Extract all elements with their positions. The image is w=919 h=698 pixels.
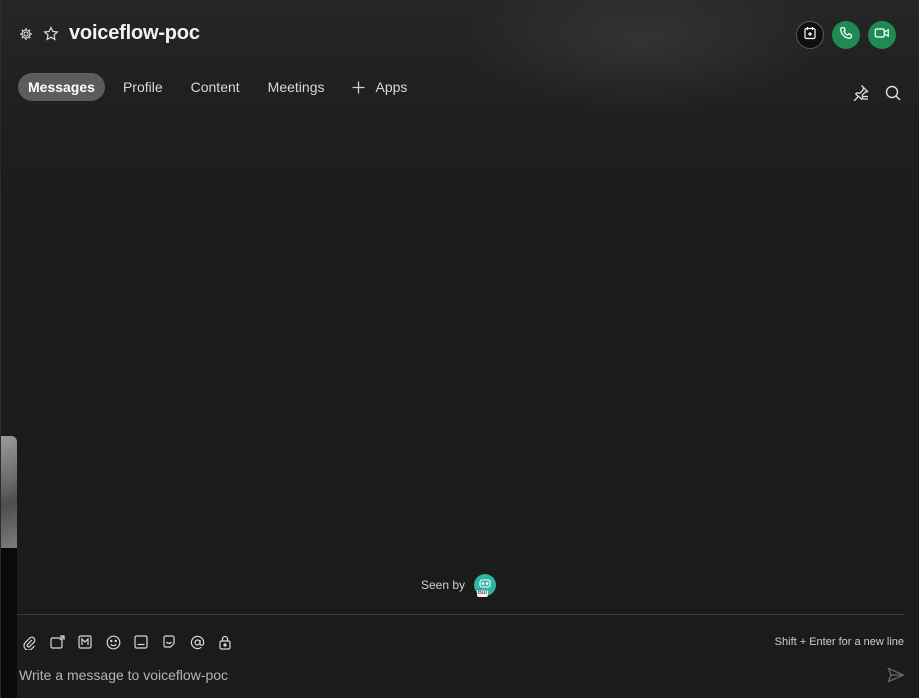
bot-badge: Bot xyxy=(477,590,489,597)
tab-apps[interactable]: Apps xyxy=(342,73,417,101)
title-row: voiceflow-poc xyxy=(19,22,200,45)
message-input[interactable] xyxy=(19,664,869,686)
thumbnail-image xyxy=(1,436,17,548)
tab-messages[interactable]: Messages xyxy=(18,73,105,101)
tab-content[interactable]: Content xyxy=(181,73,250,101)
space-title: voiceflow-poc xyxy=(69,22,200,44)
calendar-plus-icon xyxy=(803,26,817,45)
seen-by-label: Seen by xyxy=(421,578,466,592)
markdown-icon[interactable] xyxy=(77,634,93,650)
send-icon xyxy=(887,666,906,688)
video-call-button[interactable] xyxy=(868,21,896,49)
share-screen-icon[interactable] xyxy=(49,634,65,650)
avatar[interactable]: Bot xyxy=(474,574,497,597)
gear-icon[interactable] xyxy=(19,27,33,41)
newline-hint: Shift + Enter for a new line xyxy=(774,636,904,648)
composer-toolbar xyxy=(21,634,233,650)
thumbnail-backdrop xyxy=(1,548,17,698)
space-tabs: Messages Profile Content Meetings Apps xyxy=(18,73,425,101)
side-thumbnail xyxy=(1,436,17,698)
tab-meetings[interactable]: Meetings xyxy=(258,73,335,101)
audio-call-button[interactable] xyxy=(832,21,860,49)
space-tools xyxy=(852,84,901,106)
composer-divider xyxy=(17,614,904,615)
add-to-calendar-button[interactable] xyxy=(796,21,824,49)
video-icon xyxy=(874,26,890,45)
phone-icon xyxy=(839,26,853,45)
send-button[interactable] xyxy=(887,666,906,688)
gif-icon[interactable] xyxy=(133,634,149,650)
attach-icon[interactable] xyxy=(21,634,37,650)
space-window: voiceflow-poc Messages Profile Content M… xyxy=(0,0,919,698)
mention-icon[interactable] xyxy=(189,634,205,650)
seen-by: Seen by Bot xyxy=(421,574,497,597)
sticker-icon[interactable] xyxy=(161,634,177,650)
tab-profile[interactable]: Profile xyxy=(113,73,173,101)
emoji-icon[interactable] xyxy=(105,634,121,650)
call-buttons xyxy=(796,21,896,49)
plus-icon xyxy=(352,81,365,94)
space-header: voiceflow-poc xyxy=(1,0,919,68)
star-icon[interactable] xyxy=(43,25,59,42)
pin-icon[interactable] xyxy=(852,84,869,106)
secure-icon[interactable] xyxy=(217,634,233,650)
search-icon[interactable] xyxy=(885,85,901,106)
tab-apps-label: Apps xyxy=(375,79,408,95)
